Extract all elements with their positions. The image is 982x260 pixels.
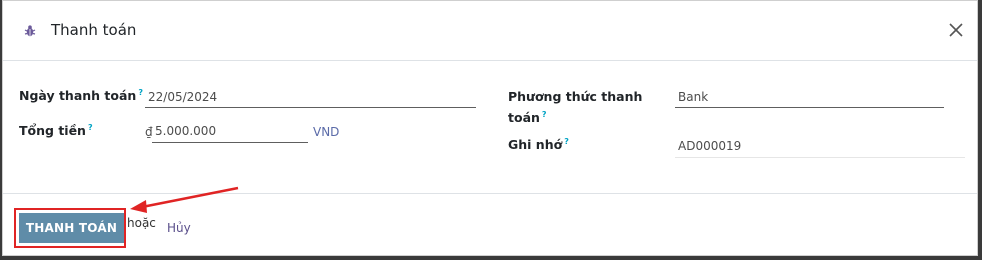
annotation-arrow-icon [130,186,239,213]
payment-method-label: Phương thức thanh toán? [508,89,643,126]
pay-button[interactable]: THANH TOÁN [19,213,124,243]
help-icon[interactable]: ? [138,88,143,97]
help-icon[interactable]: ? [542,110,547,119]
close-icon[interactable] [947,21,965,39]
amount-label: Tổng tiền? [19,123,93,139]
dialog-title: Thanh toán [51,21,137,39]
memo-label: Ghi nhớ? [508,137,569,153]
memo-field[interactable]: AD000019 [675,139,965,158]
currency-code[interactable]: VND [313,125,339,139]
cancel-link[interactable]: Hủy [167,221,191,235]
payment-method-field[interactable]: Bank [675,90,944,108]
bug-icon [24,25,36,37]
payment-date-field[interactable]: 22/05/2024 [145,90,476,108]
help-icon[interactable]: ? [88,123,93,132]
payment-date-label: Ngày thanh toán? [19,88,143,104]
help-icon[interactable]: ? [564,137,569,146]
amount-field[interactable]: 5.000.000 [152,124,308,143]
dialog-header: Thanh toán [3,1,977,61]
